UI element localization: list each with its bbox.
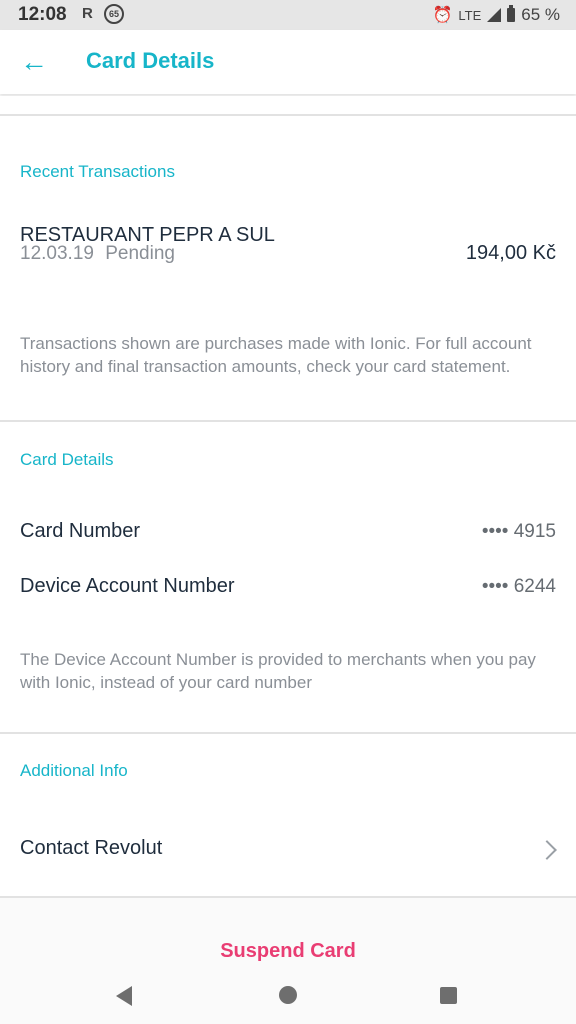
card-number-value: •••• 4915 (481, 521, 556, 542)
r-notification-icon: R (82, 5, 93, 22)
status-time: 12:08 (18, 4, 67, 25)
divider (0, 896, 576, 898)
additional-info-section: Additional Info Contact Revolut (0, 734, 576, 896)
transactions-note: Transactions shown are purchases made wi… (20, 334, 532, 376)
chevron-right-icon (537, 840, 557, 860)
top-strip (0, 96, 576, 114)
nav-recents-icon[interactable] (440, 987, 457, 1004)
device-account-number-label: Device Account Number (20, 575, 235, 597)
card-details-section: Card Details Card Number •••• 4915 Devic… (0, 422, 576, 732)
back-arrow-icon[interactable]: ← (18, 46, 50, 78)
system-nav-bar (0, 972, 576, 1024)
card-details-heading: Card Details (20, 450, 114, 469)
device-account-note: The Device Account Number is provided to… (20, 650, 536, 692)
recent-transactions-heading: Recent Transactions (20, 162, 175, 181)
status-right-group: ⏰ LTE 65 % (432, 5, 560, 25)
contact-revolut-label: Contact Revolut (20, 837, 163, 859)
device-account-number-value: •••• 6244 (481, 576, 556, 597)
battery-icon (507, 5, 516, 22)
transaction-date: 12.03.19 (20, 243, 94, 264)
speed-badge-icon: 65 (104, 4, 124, 24)
transaction-meta: 12.03.19 Pending (20, 243, 175, 265)
suspend-card-button[interactable]: Suspend Card (0, 940, 576, 963)
signal-icon (487, 8, 502, 22)
transaction-amount: 194,00 Kč (465, 242, 556, 264)
page-title: Card Details (86, 48, 215, 73)
nav-home-icon[interactable] (279, 986, 297, 1004)
battery-level: 65 % (521, 5, 560, 24)
nav-back-icon[interactable] (116, 986, 132, 1006)
network-label: LTE (458, 7, 482, 23)
alarm-icon: ⏰ (432, 7, 453, 24)
app-bar: ← Card Details (0, 30, 576, 94)
status-bar: 12:08 R 65 ⏰ LTE 65 % (0, 0, 576, 30)
card-number-label: Card Number (20, 520, 141, 542)
recent-transactions-section: Recent Transactions RESTAURANT PEPR A SU… (0, 116, 576, 420)
transaction-status: Pending (105, 243, 175, 264)
additional-info-heading: Additional Info (20, 761, 128, 780)
